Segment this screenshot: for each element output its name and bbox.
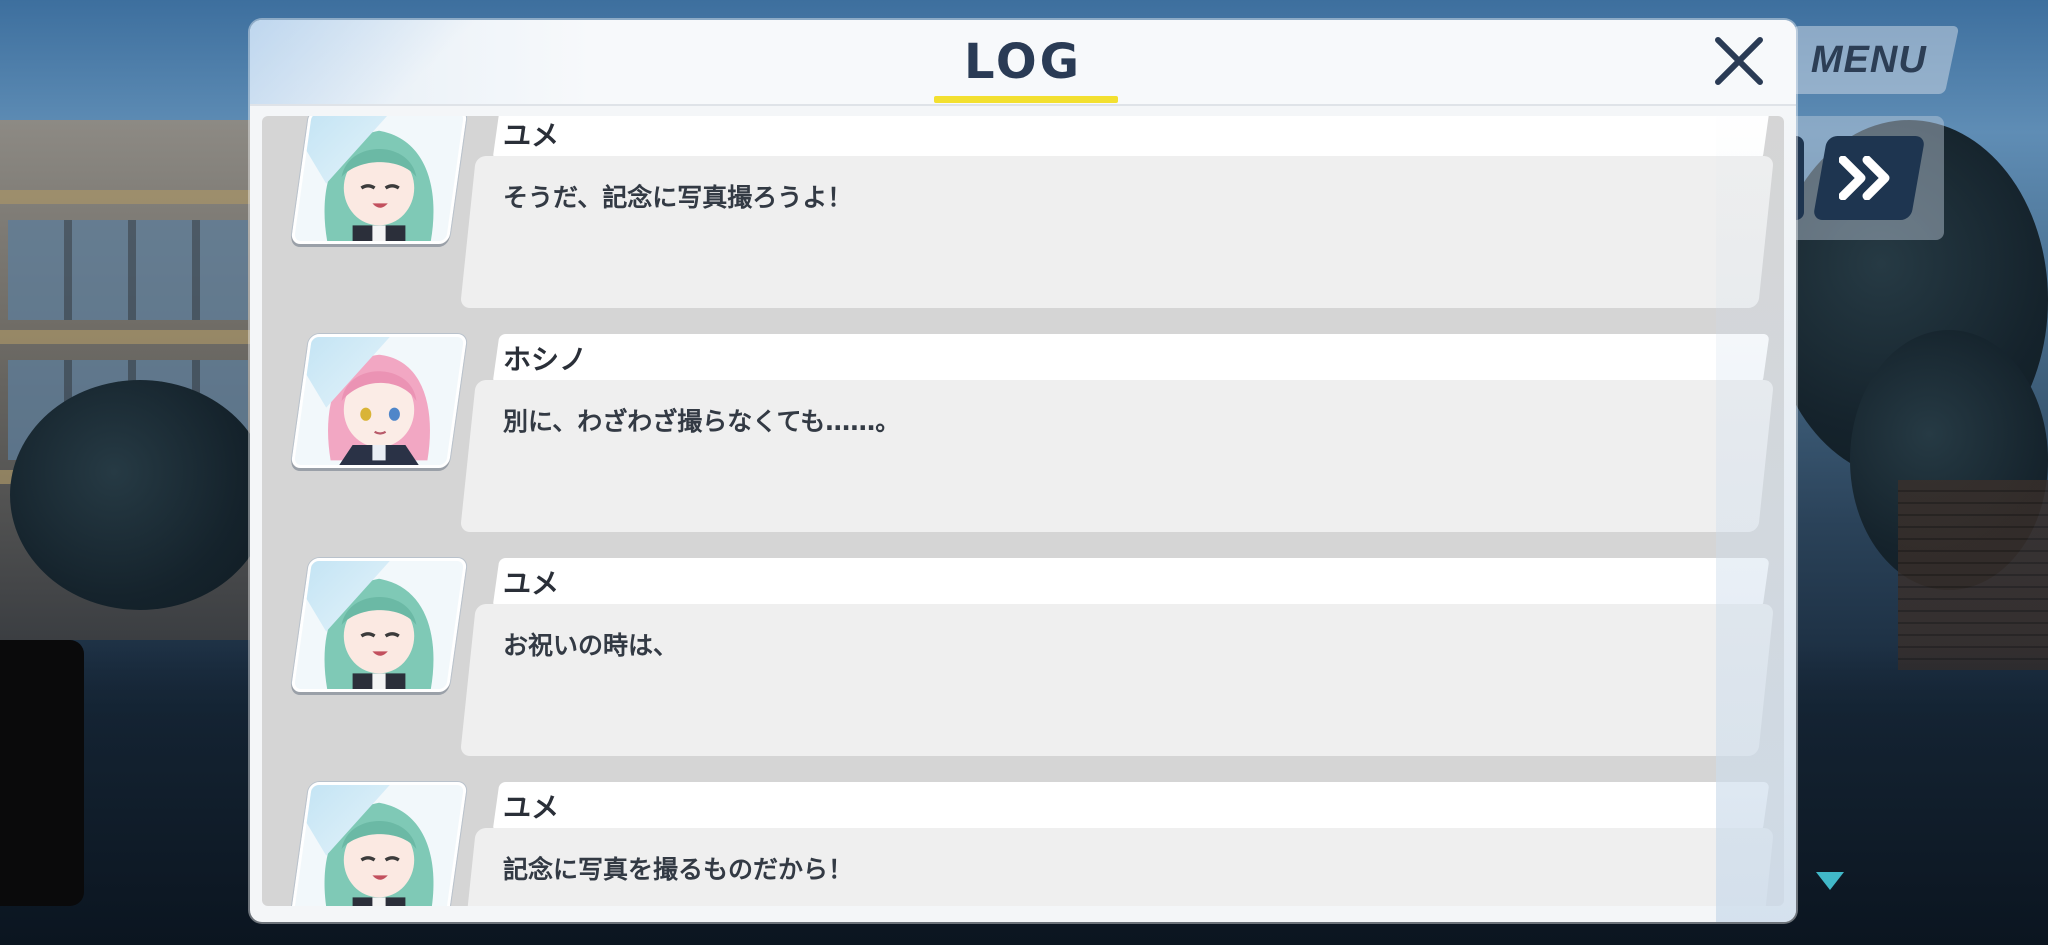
menu-label: MENU — [1811, 38, 1927, 81]
avatar — [290, 782, 468, 906]
speaker-bar — [492, 782, 1770, 832]
log-modal: LOG ユメ そうだ、記念に写真撮ろうよ！ ホシノ 別に、わざわざ撮らなくても…… — [250, 20, 1796, 922]
side-panel — [0, 640, 84, 906]
avatar — [290, 558, 468, 692]
speaker-name: ユメ — [503, 119, 560, 152]
avatar — [290, 116, 468, 244]
menu-button[interactable]: MENU — [1778, 26, 1960, 94]
log-entry: ホシノ 別に、わざわざ撮らなくても……。 — [262, 334, 1784, 534]
log-title: LOG — [963, 34, 1083, 90]
speaker-name: ユメ — [503, 791, 560, 824]
speaker-bar — [492, 116, 1770, 160]
fast-forward-icon — [1839, 156, 1890, 200]
log-entry: ユメ 記念に写真を撮るものだから！ — [262, 782, 1784, 906]
avatar — [290, 334, 468, 468]
speaker-bar — [492, 334, 1770, 384]
building-band — [0, 190, 260, 204]
log-entry: ユメ そうだ、記念に写真撮ろうよ！ — [262, 116, 1784, 310]
message-text: そうだ、記念に写真撮ろうよ！ — [503, 183, 853, 212]
message-text: お祝いの時は、 — [503, 631, 679, 660]
brick-wall — [1898, 480, 2048, 670]
speaker-bar — [492, 558, 1770, 608]
close-button[interactable] — [1710, 32, 1768, 90]
log-list[interactable]: ユメ そうだ、記念に写真撮ろうよ！ ホシノ 別に、わざわざ撮らなくても……。 ユ… — [262, 116, 1784, 906]
message-text: 記念に写真を撮るものだから！ — [503, 855, 854, 884]
building-band — [0, 330, 260, 344]
log-entry: ユメ お祝いの時は、 — [262, 558, 1784, 758]
tree — [10, 380, 270, 610]
title-underline — [934, 96, 1118, 103]
message-text: 別に、わざわざ撮らなくても……。 — [503, 407, 901, 436]
building-windows — [8, 220, 248, 320]
fast-forward-button[interactable] — [1812, 136, 1926, 220]
close-icon — [1715, 37, 1763, 85]
speaker-name: ホシノ — [503, 343, 588, 376]
log-header: LOG — [250, 20, 1796, 106]
next-indicator-icon — [1816, 872, 1844, 890]
speaker-name: ユメ — [503, 567, 560, 600]
